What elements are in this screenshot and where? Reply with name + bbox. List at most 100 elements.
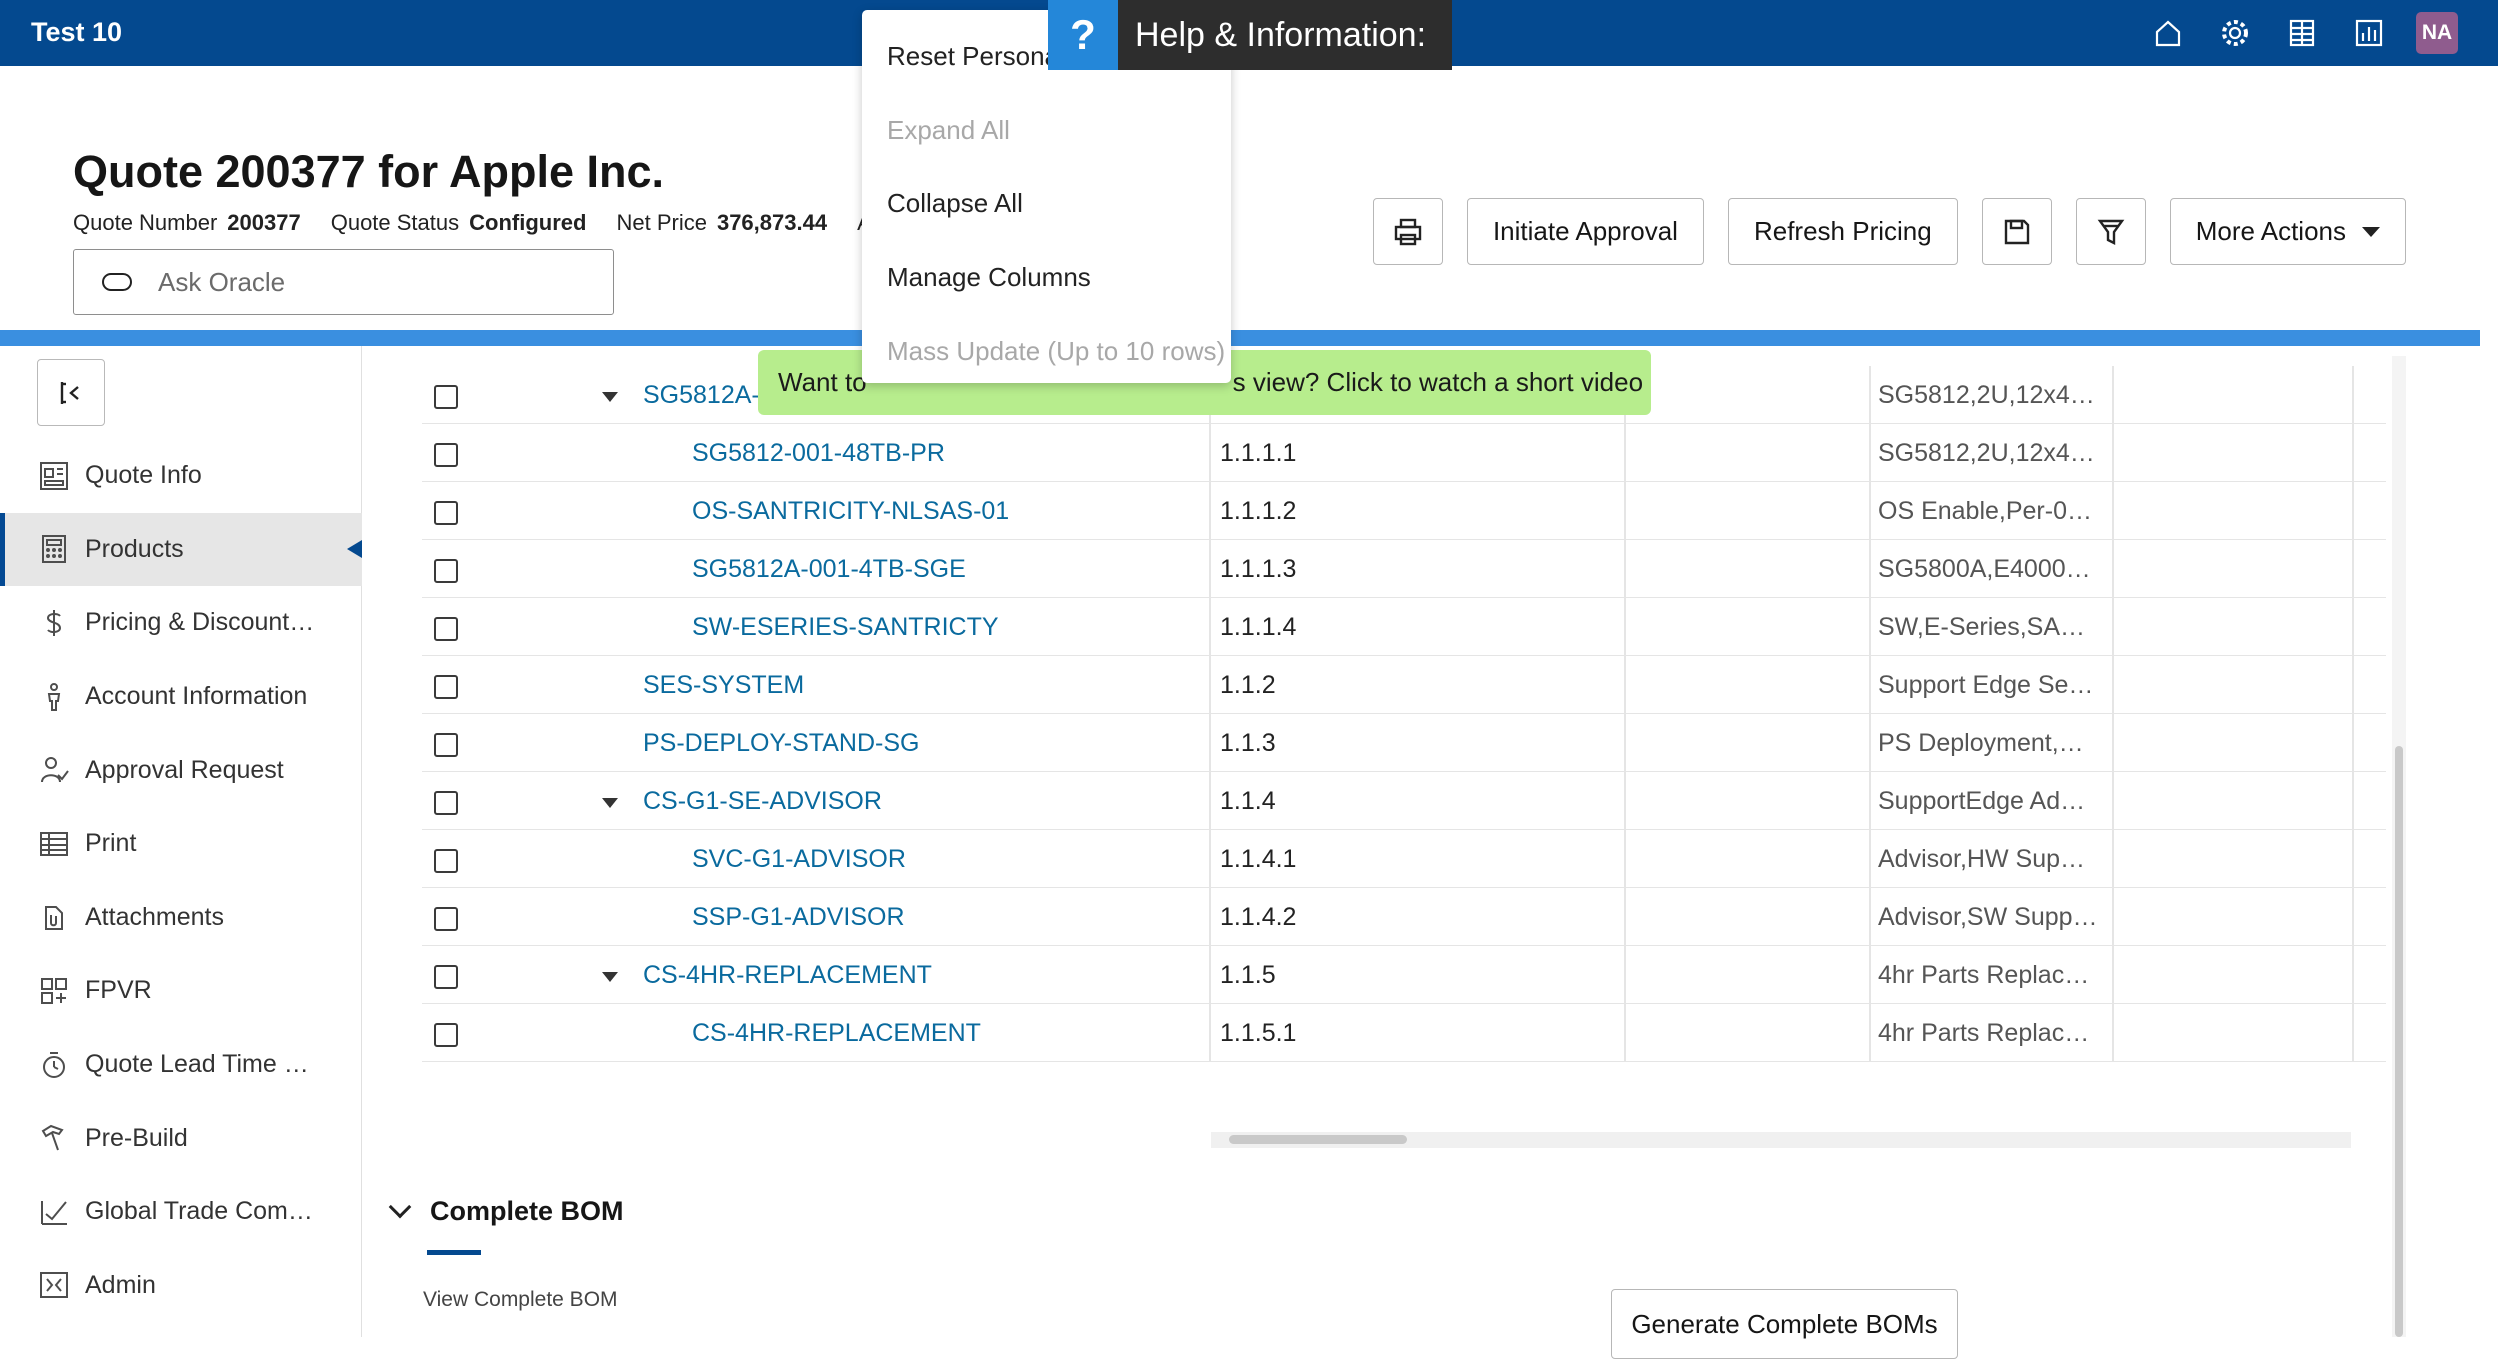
menu-item-manage-columns[interactable]: Manage Columns (862, 241, 1231, 315)
table-row[interactable]: OS-SANTRICITY-NLSAS-01 1.1.1.2 OS Enable,P… (422, 482, 2386, 540)
sidebar-item-quote-info[interactable]: Quote Info (0, 439, 362, 513)
description-cell: SG5812,2U,12x4… (1878, 439, 2095, 467)
admin-icon (40, 1272, 68, 1299)
help-icon[interactable]: ? (1048, 0, 1118, 70)
sidebar-item-admin[interactable]: Admin (0, 1249, 362, 1323)
avatar[interactable]: NA (2416, 12, 2458, 54)
description-cell: SG5812,2U,12x4… (1878, 381, 2095, 409)
table-row[interactable]: PS-DEPLOY-STAND-SG 1.1.3 PS Deployment,S… (422, 714, 2386, 772)
table-row[interactable]: SSP-G1-ADVISOR 1.1.4.2 Advisor,SW Supp… (422, 888, 2386, 946)
row-checkbox[interactable] (434, 907, 458, 931)
menu-item-collapse-all[interactable]: Collapse All (862, 167, 1231, 241)
part-number-link[interactable]: CS-4HR-REPLACEMENT (643, 961, 932, 990)
chevron-down-icon (388, 1195, 412, 1218)
part-number-link[interactable]: CS-G1-SE-ADVISOR (643, 787, 882, 816)
gear-icon[interactable] (2201, 10, 2268, 56)
table-row[interactable]: SW-ESERIES-SANTRICTY 1.1.1.4 SW,E-Series,S… (422, 598, 2386, 656)
analytics-icon[interactable] (2335, 10, 2402, 56)
grid-plus-icon (41, 977, 67, 1004)
column-divider (1624, 946, 1626, 1004)
table-row[interactable]: CS-4HR-REPLACEMENT 1.1.5 4hr Parts Replace… (422, 946, 2386, 1004)
row-checkbox[interactable] (434, 1023, 458, 1047)
banner-text-left: Want to (778, 367, 867, 397)
column-divider (2352, 772, 2354, 830)
reports-icon[interactable] (2268, 10, 2335, 56)
quote-header: Quote 200377 for Apple Inc. Quote Number… (0, 66, 2498, 330)
part-number-link[interactable]: SSP-G1-ADVISOR (692, 903, 905, 932)
column-divider (1869, 424, 1871, 482)
expand-toggle-icon[interactable] (602, 392, 618, 402)
sidebar-item-approval-request[interactable]: Approval Request (0, 733, 362, 807)
sidebar-item-print[interactable]: Print (0, 807, 362, 881)
column-divider (2112, 656, 2114, 714)
sidebar-item-global-trade[interactable]: Global Trade Com… (0, 1175, 362, 1249)
description-cell: 4hr Parts Replace… (1878, 1019, 2098, 1047)
part-number-link[interactable]: SVC-G1-ADVISOR (692, 845, 906, 874)
column-divider (1869, 656, 1871, 714)
ask-placeholder: Ask Oracle (158, 266, 286, 297)
table-row[interactable]: SG5812-001-48TB-PR 1.1.1.1 SG5812,2U,12x4… (422, 424, 2386, 482)
help-information-tab[interactable]: ? Help & Information: (1048, 0, 1452, 70)
column-divider (1624, 1004, 1626, 1062)
home-icon[interactable] (2134, 10, 2201, 56)
row-checkbox[interactable] (434, 965, 458, 989)
vertical-scrollbar[interactable] (2392, 356, 2406, 1337)
ask-oracle-input[interactable]: Ask Oracle (73, 249, 614, 315)
row-checkbox[interactable] (434, 849, 458, 873)
part-number-link[interactable]: SES-SYSTEM (643, 671, 804, 700)
row-checkbox[interactable] (434, 559, 458, 583)
collapse-sidebar-button[interactable] (37, 359, 105, 426)
column-divider (1624, 424, 1626, 482)
save-button[interactable] (1981, 198, 2052, 265)
sidebar-item-products[interactable]: Products (0, 512, 362, 587)
row-checkbox[interactable] (434, 385, 458, 409)
sidebar-item-attachments[interactable]: Attachments (0, 881, 362, 955)
row-checkbox[interactable] (434, 617, 458, 641)
row-checkbox[interactable] (434, 443, 458, 467)
part-number-link[interactable]: SG5812A- (643, 381, 760, 410)
horizontal-scrollbar[interactable] (1211, 1132, 2351, 1148)
generate-complete-boms-button[interactable]: Generate Complete BOMs (1611, 1289, 1958, 1359)
table-row[interactable]: SG5812A-001-4TB-SGE 1.1.1.3 SG5800A,E4000… (422, 540, 2386, 598)
part-number-link[interactable]: SG5812A-001-4TB-SGE (692, 555, 966, 584)
sidebar-item-fpvr[interactable]: FPVR (0, 954, 362, 1028)
line-number: 1.1.5.1 (1220, 1019, 1297, 1047)
sidebar-item-quote-lead-time[interactable]: Quote Lead Time … (0, 1028, 362, 1102)
initiate-approval-button[interactable]: Initiate Approval (1466, 198, 1704, 265)
row-checkbox[interactable] (434, 733, 458, 757)
line-number: 1.1.1.3 (1220, 555, 1297, 583)
part-number-link[interactable]: OS-SANTRICITY-NLSAS-01 (692, 497, 1009, 526)
table-row[interactable]: CS-4HR-REPLACEMENT 1.1.5.1 4hr Parts Repla… (422, 1004, 2386, 1062)
sidebar-item-account-information[interactable]: Account Information (0, 660, 362, 734)
scroll-thumb[interactable] (2395, 746, 2403, 1337)
table-row[interactable]: SES-SYSTEM 1.1.2 Support Edge Ser… (422, 656, 2386, 714)
column-divider (1869, 888, 1871, 946)
complete-bom-toggle[interactable]: Complete BOM (386, 1195, 624, 1227)
print-button[interactable] (1372, 198, 1443, 265)
table-row[interactable]: CS-G1-SE-ADVISOR 1.1.4 SupportEdge Ad… (422, 772, 2386, 830)
column-divider (2352, 1004, 2354, 1062)
scroll-thumb[interactable] (1229, 1135, 1407, 1144)
line-number: 1.1.1.2 (1220, 497, 1297, 525)
section-title: Complete BOM (430, 1196, 624, 1226)
refresh-pricing-button[interactable]: Refresh Pricing (1727, 198, 1958, 265)
part-number-link[interactable]: CS-4HR-REPLACEMENT (692, 1019, 981, 1048)
sidebar-item-pre-build[interactable]: Pre-Build (0, 1101, 362, 1175)
more-actions-button[interactable]: More Actions (2169, 198, 2406, 265)
expand-toggle-icon[interactable] (602, 798, 618, 808)
table-row[interactable]: SVC-G1-ADVISOR 1.1.4.1 Advisor,HW Supp… (422, 830, 2386, 888)
expand-toggle-icon[interactable] (602, 972, 618, 982)
part-number-link[interactable]: PS-DEPLOY-STAND-SG (643, 729, 919, 758)
menu-item-mass-update: Mass Update (Up to 10 rows) (887, 335, 1226, 366)
column-divider (1209, 772, 1211, 830)
description-cell: Advisor,HW Supp… (1878, 845, 2098, 873)
part-number-link[interactable]: SG5812-001-48TB-PR (692, 439, 945, 468)
filter-button[interactable] (2075, 198, 2146, 265)
column-divider (2112, 714, 2114, 772)
row-checkbox[interactable] (434, 791, 458, 815)
row-checkbox[interactable] (434, 675, 458, 699)
sidebar-item-pricing[interactable]: Pricing & Discount… (0, 586, 362, 660)
part-number-link[interactable]: SW-ESERIES-SANTRICTY (692, 613, 999, 642)
row-checkbox[interactable] (434, 501, 458, 525)
description-cell: OS Enable,Per-0.… (1878, 497, 2098, 525)
